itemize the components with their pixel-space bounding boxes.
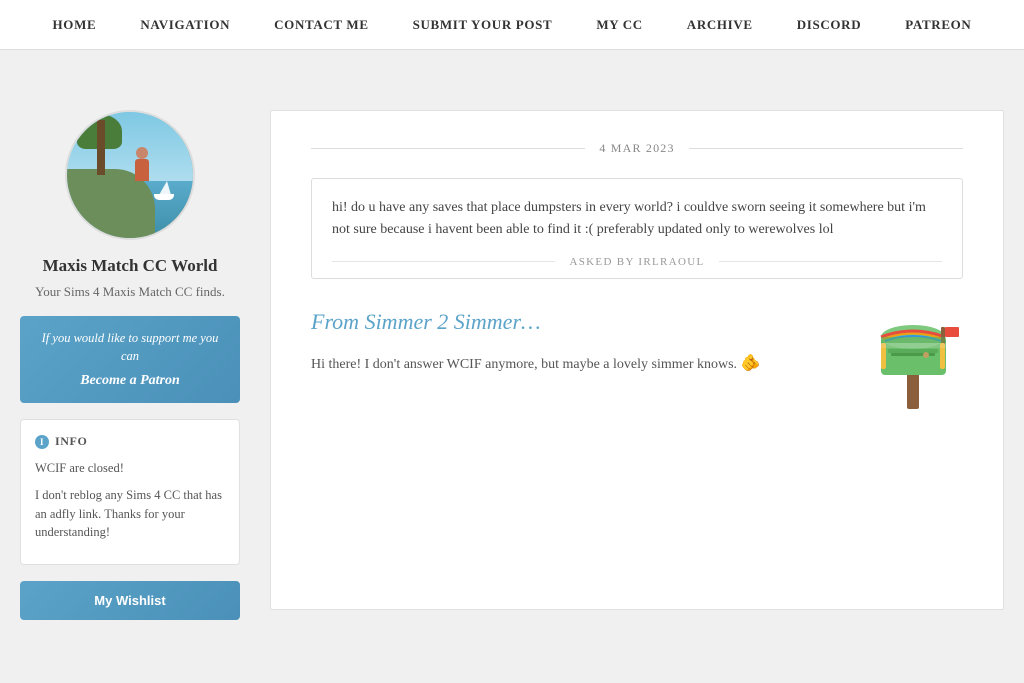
nav-home[interactable]: HOME (31, 0, 119, 49)
info-header: i INFO (35, 434, 225, 449)
patron-box: If you would like to support me you can … (20, 316, 240, 403)
wishlist-button[interactable]: My Wishlist (20, 581, 240, 620)
asked-by: ASKED BY IRLRAOUL (332, 256, 942, 268)
info-line-1: WCIF are closed! (35, 459, 225, 478)
response-text-area: From Simmer 2 Simmer… Hi there! I don't … (311, 309, 843, 377)
response-area: From Simmer 2 Simmer… Hi there! I don't … (311, 309, 963, 409)
avatar (65, 110, 195, 240)
info-icon: i (35, 435, 49, 449)
patron-link[interactable]: Become a Patron (80, 373, 180, 388)
info-box: i INFO WCIF are closed! I don't reblog a… (20, 419, 240, 565)
blog-title: Maxis Match CC World (43, 256, 218, 276)
emoji: 🫵 (741, 355, 761, 372)
sidebar: Maxis Match CC World Your Sims 4 Maxis M… (20, 110, 240, 620)
nav-my-cc[interactable]: MY CC (574, 0, 664, 49)
post-date: 4 MAR 2023 (311, 141, 963, 156)
response-body: Hi there! I don't answer WCIF anymore, b… (311, 351, 843, 377)
question-box: hi! do u have any saves that place dumps… (311, 178, 963, 279)
nav-navigation[interactable]: NAVIGATION (118, 0, 252, 49)
nav-archive[interactable]: ARCHIVE (665, 0, 775, 49)
page-wrapper: Maxis Match CC World Your Sims 4 Maxis M… (0, 50, 1024, 660)
main-content: 4 MAR 2023 hi! do u have any saves that … (270, 110, 1004, 610)
blog-subtitle: Your Sims 4 Maxis Match CC finds. (35, 284, 225, 300)
nav-submit-post[interactable]: SUBMIT YOUR POST (391, 0, 575, 49)
nav-patreon[interactable]: PATREON (883, 0, 993, 49)
nav-discord[interactable]: DISCORD (775, 0, 884, 49)
patron-support-text: If you would like to support me you can (32, 330, 228, 365)
nav-contact-me[interactable]: CONTACT ME (252, 0, 391, 49)
question-text: hi! do u have any saves that place dumps… (332, 197, 942, 242)
info-line-2: I don't reblog any Sims 4 CC that has an… (35, 486, 225, 542)
main-nav: HOME NAVIGATION CONTACT ME SUBMIT YOUR P… (0, 0, 1024, 50)
mailbox-illustration (863, 299, 963, 409)
response-title: From Simmer 2 Simmer… (311, 309, 843, 335)
